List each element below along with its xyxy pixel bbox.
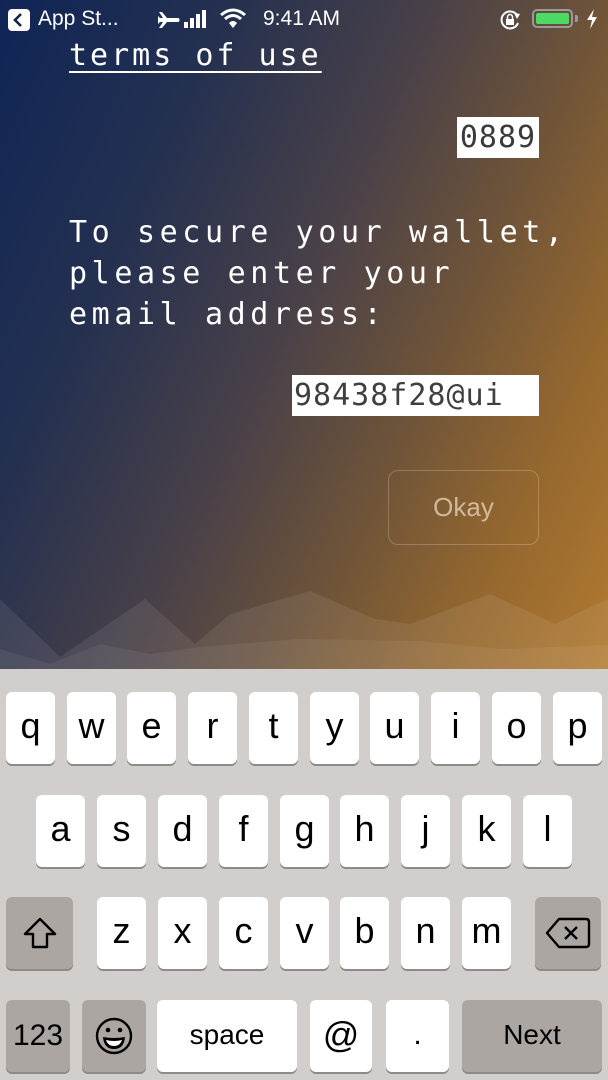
key-z[interactable]: z <box>97 897 146 969</box>
app-screen: App St... 9:41 AM terms of use 0889 To s… <box>0 0 608 669</box>
status-bar: App St... 9:41 AM <box>0 0 608 38</box>
key-c[interactable]: c <box>219 897 268 969</box>
key-d[interactable]: d <box>158 795 207 867</box>
key-t[interactable]: t <box>249 692 298 764</box>
emoji-icon <box>95 1017 133 1055</box>
key-q[interactable]: q <box>6 692 55 764</box>
key-u[interactable]: u <box>370 692 419 764</box>
key-o[interactable]: o <box>492 692 541 764</box>
back-to-app-button[interactable] <box>8 9 30 31</box>
key-b[interactable]: b <box>340 897 389 969</box>
at-key[interactable]: @ <box>310 1000 372 1072</box>
prompt-line: please enter your <box>69 256 455 291</box>
email-prompt: To secure your wallet, please enter your e… <box>69 212 568 335</box>
delete-icon <box>545 917 591 949</box>
key-w[interactable]: w <box>67 692 116 764</box>
wifi-icon <box>220 8 246 28</box>
prompt-line: email address: <box>69 297 387 332</box>
key-f[interactable]: f <box>219 795 268 867</box>
key-m[interactable]: m <box>462 897 511 969</box>
orientation-lock-icon <box>500 10 520 30</box>
airplane-signal-icon <box>158 10 206 28</box>
key-h[interactable]: h <box>340 795 389 867</box>
clock: 9:41 AM <box>263 7 341 30</box>
next-key[interactable]: Next <box>462 1000 602 1072</box>
key-s[interactable]: s <box>97 795 146 867</box>
key-n[interactable]: n <box>401 897 450 969</box>
okay-button[interactable]: Okay <box>388 470 539 545</box>
key-v[interactable]: v <box>280 897 329 969</box>
key-e[interactable]: e <box>127 692 176 764</box>
key-x[interactable]: x <box>158 897 207 969</box>
battery-tip <box>575 15 578 22</box>
prompt-line: To secure your wallet, <box>69 215 568 250</box>
key-k[interactable]: k <box>462 795 511 867</box>
battery-level <box>536 13 569 24</box>
back-app-label[interactable]: App St... <box>38 7 119 31</box>
numbers-key[interactable]: 123 <box>6 1000 70 1072</box>
emoji-key[interactable] <box>82 1000 146 1072</box>
key-j[interactable]: j <box>401 795 450 867</box>
key-a[interactable]: a <box>36 795 85 867</box>
charging-bolt-icon <box>587 9 597 29</box>
terms-of-use-link[interactable]: terms of use <box>69 38 322 73</box>
back-arrow-icon <box>13 13 22 27</box>
email-input[interactable]: 98438f28@ui <box>292 375 539 416</box>
keyboard: q w e r t y u i o p a s d f g h j k l z … <box>0 669 608 1080</box>
shift-icon <box>23 917 56 949</box>
key-l[interactable]: l <box>523 795 572 867</box>
battery-icon <box>532 9 573 28</box>
key-g[interactable]: g <box>280 795 329 867</box>
key-i[interactable]: i <box>431 692 480 764</box>
mountain-silhouette <box>0 591 608 669</box>
verification-code: 0889 <box>457 117 539 158</box>
key-y[interactable]: y <box>310 692 359 764</box>
dot-key[interactable]: . <box>386 1000 449 1072</box>
key-r[interactable]: r <box>188 692 237 764</box>
key-p[interactable]: p <box>553 692 602 764</box>
space-key[interactable]: space <box>157 1000 297 1072</box>
delete-key[interactable] <box>535 897 601 969</box>
shift-key[interactable] <box>6 897 73 969</box>
